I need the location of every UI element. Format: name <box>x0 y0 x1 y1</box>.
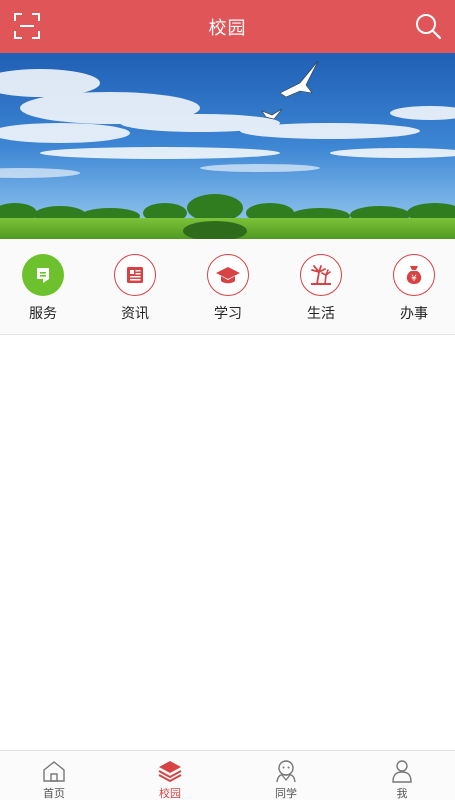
menu-label-news: 资讯 <box>121 306 149 322</box>
menu-item-service[interactable]: 服务 <box>8 254 78 324</box>
beach-life-icon <box>300 254 342 296</box>
money-bag-icon: ¥ <box>393 254 435 296</box>
scan-button[interactable] <box>12 11 42 41</box>
app-root: 校园 服务 资讯 学习 生活 ¥ 办事 首页 校园 同学 我 <box>0 0 455 800</box>
category-menu: 服务 资讯 学习 生活 ¥ 办事 <box>0 239 455 335</box>
service-chat-icon <box>22 254 64 296</box>
menu-label-service: 服务 <box>29 306 57 322</box>
tab-campus[interactable]: 校园 <box>130 751 210 800</box>
tab-home[interactable]: 首页 <box>14 751 94 800</box>
home-icon <box>43 761 65 782</box>
menu-item-life[interactable]: 生活 <box>286 254 356 324</box>
search-button[interactable] <box>413 11 443 41</box>
menu-item-news[interactable]: 资讯 <box>100 254 170 324</box>
top-header: 校园 <box>0 0 455 53</box>
tab-label-me: 我 <box>396 787 408 800</box>
tab-classmates[interactable]: 同学 <box>246 751 326 800</box>
menu-item-study[interactable]: 学习 <box>193 254 263 324</box>
classmates-icon <box>276 760 296 783</box>
menu-item-affairs[interactable]: ¥ 办事 <box>379 254 449 324</box>
graduation-cap-icon <box>207 254 249 296</box>
page-title: 校园 <box>208 17 247 39</box>
layers-icon <box>158 761 182 783</box>
content-area <box>0 336 455 750</box>
banner-image[interactable] <box>0 53 455 239</box>
sky-field-illustration <box>0 53 455 239</box>
scan-icon <box>14 13 40 39</box>
tab-label-classmates: 同学 <box>275 787 297 800</box>
menu-label-life: 生活 <box>307 306 335 322</box>
tab-label-home: 首页 <box>43 787 65 800</box>
menu-label-affairs: 办事 <box>400 306 428 322</box>
search-icon <box>416 14 442 40</box>
bottom-tab-bar: 首页 校园 同学 我 <box>0 750 455 800</box>
tab-label-campus: 校园 <box>159 787 181 800</box>
news-icon <box>114 254 156 296</box>
user-icon <box>392 760 412 783</box>
menu-label-study: 学习 <box>214 306 242 322</box>
tab-me[interactable]: 我 <box>362 751 442 800</box>
svg-text:¥: ¥ <box>411 274 417 284</box>
